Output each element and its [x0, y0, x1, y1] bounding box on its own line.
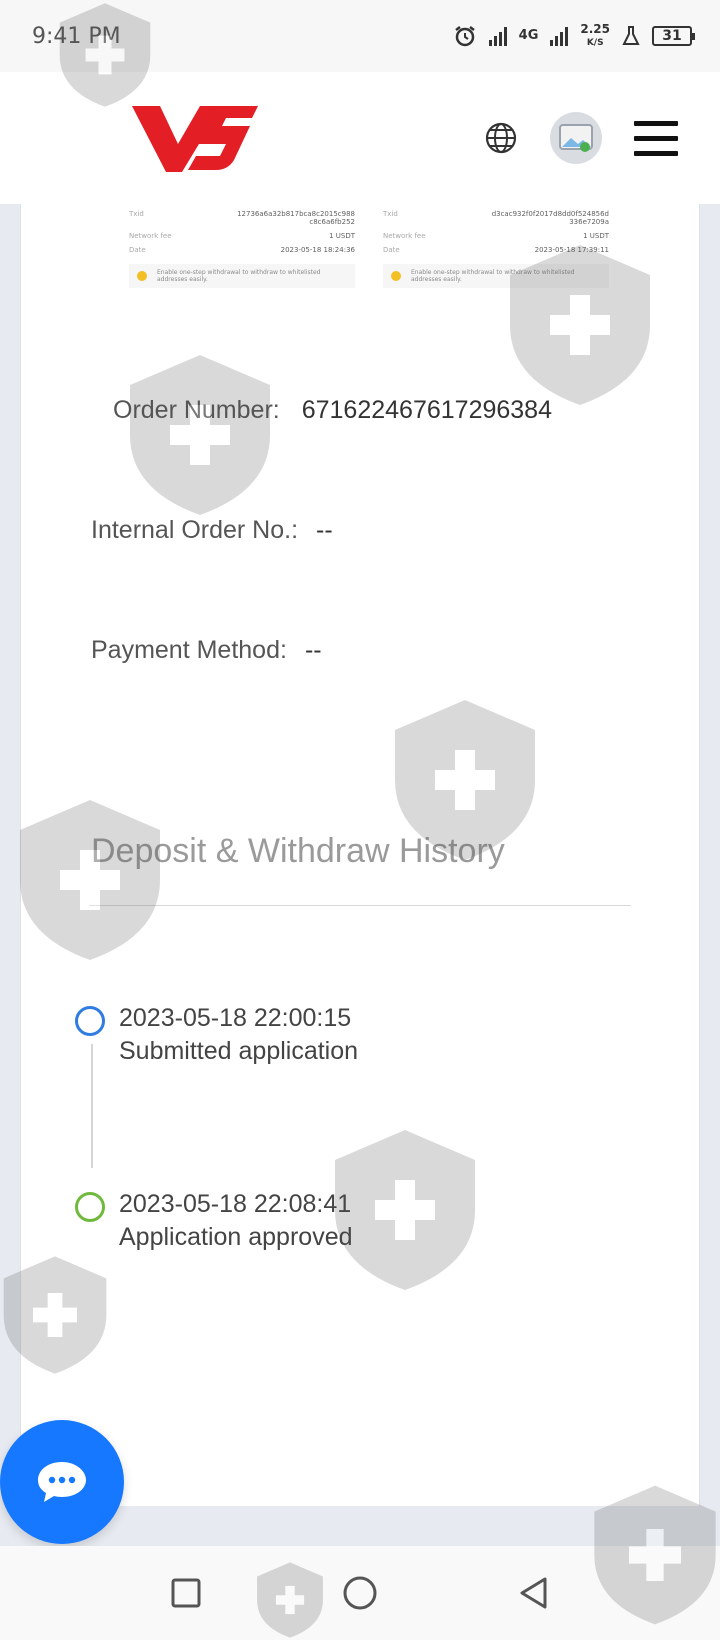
app-header — [0, 72, 720, 204]
timeline-status: Application approved — [119, 1223, 353, 1251]
receipt-note: Enable one-step withdrawal to withdraw t… — [383, 264, 609, 288]
hamburger-menu-icon[interactable] — [634, 120, 678, 156]
signal-icon-2 — [550, 26, 569, 46]
globe-icon[interactable] — [484, 121, 518, 155]
image-placeholder-icon — [559, 124, 593, 152]
warning-icon — [137, 271, 147, 281]
order-number-value: 671622467617296384 — [301, 396, 552, 424]
receipt-row: Date 2023-05-18 17:39:11 — [383, 246, 609, 254]
date-value: 2023-05-18 18:24:36 — [280, 246, 355, 254]
chat-button[interactable] — [0, 1420, 124, 1544]
avatar[interactable] — [550, 112, 602, 164]
timeline-dot-submitted — [75, 1006, 105, 1036]
fee-label: Network fee — [129, 232, 172, 240]
txid-value: d3cac932f0f2017d8dd0f524856d 336e7209a — [491, 210, 609, 226]
fee-value: 1 USDT — [329, 232, 355, 240]
date-label: Date — [383, 246, 400, 254]
history-title: Deposit & Withdraw History — [91, 832, 505, 870]
internal-order-value: -- — [316, 516, 333, 544]
back-icon[interactable] — [518, 1576, 550, 1610]
receipt-row: Txid d3cac932f0f2017d8dd0f524856d 336e72… — [383, 210, 609, 226]
recent-apps-icon[interactable] — [170, 1577, 202, 1609]
header-actions — [484, 112, 678, 164]
divider — [89, 905, 631, 906]
system-nav-bar — [0, 1546, 720, 1640]
receipt-note: Enable one-step withdrawal to withdraw t… — [129, 264, 355, 288]
chat-bubble-icon — [38, 1462, 86, 1502]
net-speed-value: 2.25 — [580, 22, 610, 36]
note-text: Enable one-step withdrawal to withdraw t… — [157, 269, 321, 283]
timeline-time: 2023-05-18 22:00:15 — [119, 1004, 352, 1032]
payment-method-value: -- — [304, 636, 322, 664]
signal-icon — [488, 26, 507, 46]
timeline-item: 2023-05-18 22:00:15 Submitted applicatio… — [119, 1002, 358, 1068]
date-value: 2023-05-18 17:39:11 — [534, 246, 609, 254]
receipt-screenshot: Txid 12736a6a32b817bca8c2015c988 c8c6a6f… — [129, 204, 609, 304]
alarm-icon — [454, 26, 475, 47]
timeline-item: 2023-05-18 22:08:41 Application approved — [119, 1188, 353, 1254]
order-number-label: Order Number: — [113, 396, 280, 424]
battery-icon: 31 — [652, 26, 695, 46]
receipt-left: Txid 12736a6a32b817bca8c2015c988 c8c6a6f… — [129, 204, 355, 304]
internal-order-row: Internal Order No.: -- — [91, 516, 333, 545]
status-bar: 9:41 PM 4G 2.25 K/S 31 — [0, 0, 720, 72]
status-icons: 4G 2.25 K/S 31 — [453, 23, 695, 49]
receipt-row: Txid 12736a6a32b817bca8c2015c988 c8c6a6f… — [129, 210, 355, 226]
warning-icon — [391, 271, 401, 281]
fee-value: 1 USDT — [583, 232, 609, 240]
flask-icon — [622, 26, 640, 45]
network-type: 4G — [518, 28, 539, 43]
date-label: Date — [129, 246, 146, 254]
timeline-time: 2023-05-18 22:08:41 — [119, 1190, 352, 1218]
note-text: Enable one-step withdrawal to withdraw t… — [411, 269, 575, 283]
status-time: 9:41 PM — [32, 23, 121, 49]
payment-method-label: Payment Method: — [91, 636, 287, 664]
timeline-status: Submitted application — [119, 1037, 359, 1065]
brand-logo[interactable] — [130, 100, 260, 176]
receipt-row: Date 2023-05-18 18:24:36 — [129, 246, 355, 254]
receipt-row: Network fee 1 USDT — [383, 232, 609, 240]
fee-label: Network fee — [383, 232, 426, 240]
txid-label: Txid — [129, 210, 144, 218]
receipt-right: Txid d3cac932f0f2017d8dd0f524856d 336e72… — [383, 204, 609, 304]
txid-label: Txid — [383, 210, 398, 218]
timeline-connector — [91, 1044, 93, 1168]
home-icon[interactable] — [342, 1575, 378, 1611]
txid-value: 12736a6a32b817bca8c2015c988 c8c6a6fb252 — [237, 210, 355, 226]
receipt-row: Network fee 1 USDT — [129, 232, 355, 240]
internal-order-label: Internal Order No.: — [91, 516, 299, 544]
net-speed: 2.25 K/S — [580, 23, 610, 49]
order-detail-card: Txid 12736a6a32b817bca8c2015c988 c8c6a6f… — [20, 204, 700, 1506]
payment-method-row: Payment Method: -- — [91, 636, 322, 665]
timeline-dot-approved — [75, 1192, 105, 1222]
order-number-row: Order Number: 671622467617296384 — [113, 396, 552, 425]
net-speed-unit: K/S — [586, 38, 604, 48]
